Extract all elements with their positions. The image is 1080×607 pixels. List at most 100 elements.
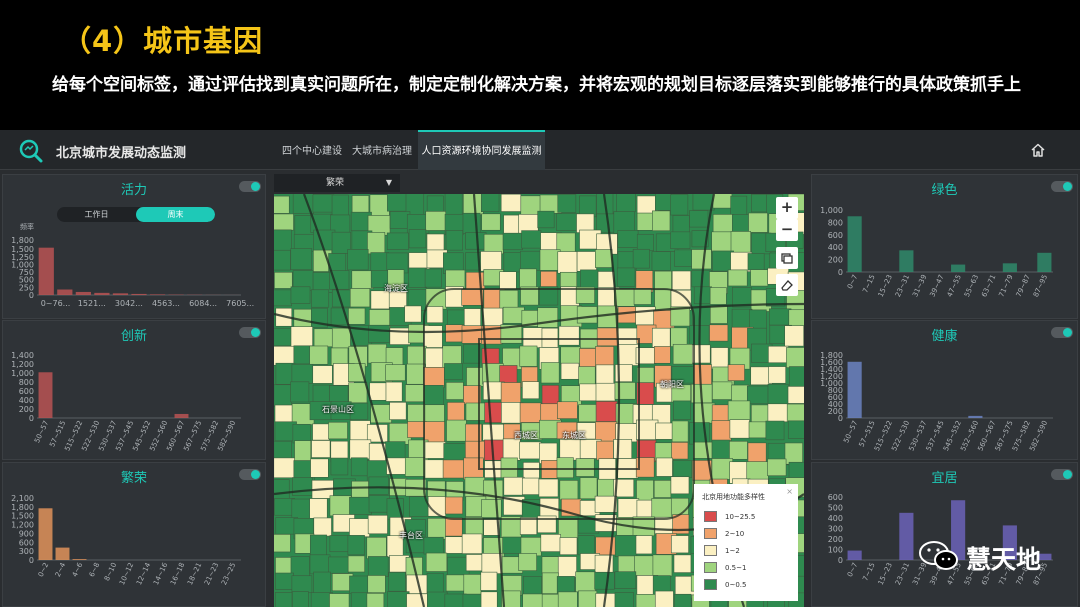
x-tick-label: 6084... (189, 299, 217, 308)
map-cell (595, 536, 618, 556)
weekday-weekend-switch: 工作日 周末 (57, 207, 215, 222)
x-tick-label: 57~515 (858, 419, 877, 448)
histogram-bar[interactable] (94, 292, 110, 295)
map-cell (595, 382, 616, 402)
map-cell (425, 211, 447, 231)
map-cell (768, 366, 786, 384)
map-cell (654, 590, 674, 607)
map-cell (711, 420, 732, 443)
map-cell (349, 518, 370, 538)
histogram-bar[interactable] (38, 508, 53, 560)
zoom-out-button[interactable]: − (776, 219, 798, 241)
histogram-bar[interactable] (899, 250, 914, 272)
zoom-in-button[interactable]: + (776, 197, 798, 219)
map-cell (635, 594, 658, 607)
tab-population-resources-environment[interactable]: 人口资源环境协同发展监测 (418, 130, 545, 170)
map-cell (369, 382, 388, 401)
histogram-bar[interactable] (75, 291, 91, 295)
layers-icon[interactable] (776, 247, 798, 269)
map-cell (656, 457, 673, 477)
map-cell (557, 194, 577, 213)
histogram-bar[interactable] (847, 361, 862, 418)
innovation-toggle[interactable] (239, 327, 261, 338)
wechat-icon (919, 541, 958, 570)
histogram-bar[interactable] (1037, 252, 1052, 272)
histogram-bar[interactable] (968, 415, 983, 418)
histogram-bar[interactable] (174, 413, 189, 418)
map-cell (499, 271, 517, 290)
map-cell (443, 443, 466, 463)
map-cell (347, 249, 369, 271)
map-cell (465, 440, 486, 461)
map-cell (463, 344, 481, 364)
map-cell (597, 271, 615, 289)
tab-big-city-disease[interactable]: 大城市病治理 (350, 130, 414, 170)
histogram-bar[interactable] (149, 294, 166, 295)
layer-select[interactable]: 繁荣 ▼ (274, 174, 400, 192)
map-cell (633, 288, 652, 305)
histogram-bar[interactable] (131, 293, 147, 295)
x-tick-label: 14~16 (152, 561, 169, 586)
legend-label: 1~2 (725, 547, 740, 555)
histogram-bar[interactable] (38, 247, 54, 295)
legend-close-icon[interactable]: × (786, 487, 793, 496)
map-canvas[interactable]: 海淀区 朝阳区 石景山区 西城区 东城区 丰台区 + − × 北京用地功能多样性… (274, 194, 804, 607)
map-cell (651, 498, 673, 518)
map-cell (369, 194, 390, 217)
y-tick-label: 0 (838, 556, 843, 565)
map-cell (519, 517, 538, 535)
histogram-bar[interactable] (38, 372, 53, 418)
segment-weekday[interactable]: 工作日 (57, 207, 136, 222)
health-panel: 0 200 400 600 800 1,000 1,200 1,400 1,600 1,800 50… (811, 320, 1078, 460)
map-cell (275, 572, 294, 590)
map-cell (613, 288, 635, 307)
map-cell (746, 461, 769, 482)
green-toggle[interactable] (1051, 181, 1073, 192)
map-cell (727, 400, 751, 422)
map-cell (445, 324, 465, 343)
map-cell (521, 230, 542, 249)
health-toggle[interactable] (1051, 327, 1073, 338)
map-cell (328, 556, 349, 574)
map-cell (445, 269, 466, 289)
map-cell (312, 194, 335, 213)
map-cell (518, 553, 537, 571)
map-cell (294, 440, 312, 462)
x-tick-label: 7~15 (861, 273, 876, 294)
histogram-bar[interactable] (1002, 263, 1017, 272)
map-cell (502, 232, 523, 251)
livable-toggle[interactable] (1051, 469, 1073, 480)
erase-icon[interactable] (776, 274, 798, 296)
map-cell (750, 269, 769, 287)
histogram-bar[interactable] (847, 216, 862, 272)
home-icon[interactable] (1030, 142, 1046, 158)
prosperity-toggle[interactable] (239, 469, 261, 480)
map-cell (484, 402, 503, 423)
x-tick-label: 8~10 (103, 561, 118, 582)
histogram-bar[interactable] (112, 293, 129, 295)
segment-weekend[interactable]: 周末 (136, 207, 215, 222)
map-cell (274, 534, 291, 553)
watermark: 慧天地 (918, 538, 1041, 574)
map-cell (748, 212, 768, 233)
map-cell (614, 592, 634, 607)
map-cell (727, 269, 748, 287)
map-cell (465, 232, 487, 250)
y-tick-label: 1,500 (11, 512, 34, 521)
map-cell (328, 421, 348, 440)
map-cell (693, 441, 713, 459)
histogram-bar[interactable] (899, 512, 914, 560)
histogram-bar[interactable] (72, 559, 87, 560)
x-tick-label: 71~79 (997, 273, 1014, 298)
map-cell (614, 535, 638, 558)
x-tick-label: 16~18 (169, 561, 186, 586)
histogram-bar[interactable] (57, 289, 73, 295)
y-tick-label: 900 (19, 529, 34, 538)
map-cell (480, 591, 498, 607)
map-cell (424, 441, 446, 459)
tab-four-centers[interactable]: 四个中心建设 (278, 130, 346, 170)
histogram-bar[interactable] (847, 550, 862, 560)
vitality-toggle[interactable] (239, 181, 261, 192)
histogram-bar[interactable] (951, 264, 966, 272)
histogram-bar[interactable] (55, 547, 70, 560)
